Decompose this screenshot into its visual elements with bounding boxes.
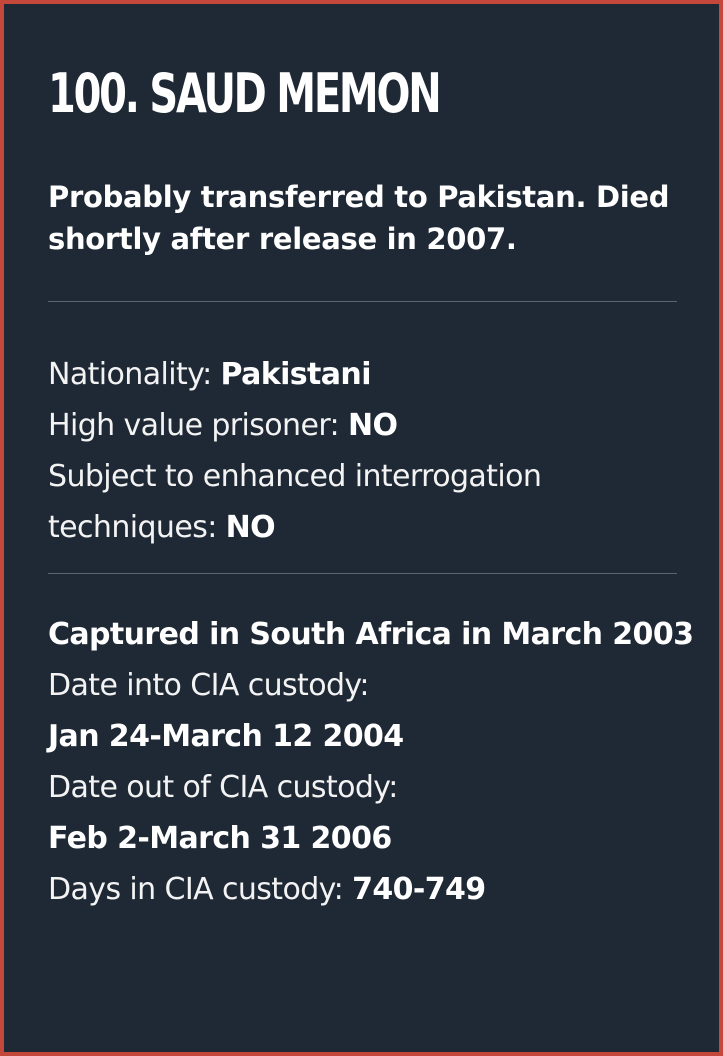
- days-in-custody-label: Days in CIA custody:: [48, 872, 344, 907]
- custody-section: Captured in South Africa in March 2003 D…: [48, 609, 698, 915]
- nationality-row: Nationality: Pakistani: [48, 349, 698, 400]
- enhanced-interrogation-row-2: techniques: NO: [48, 502, 698, 553]
- captured-text: Captured in South Africa in March 2003: [48, 617, 694, 652]
- prisoner-card: 100. SAUD MEMON Probably transferred to …: [0, 0, 723, 1056]
- nationality-label: Nationality:: [48, 357, 212, 392]
- days-in-custody-value: 740-749: [352, 872, 486, 907]
- divider-bottom: [48, 573, 677, 574]
- high-value-value: NO: [348, 408, 398, 443]
- high-value-label: High value prisoner:: [48, 408, 340, 443]
- date-out-of-custody-value: Feb 2-March 31 2006: [48, 821, 392, 856]
- enhanced-interrogation-label: Subject to enhanced interrogation: [48, 459, 542, 494]
- days-in-custody-row: Days in CIA custody: 740-749: [48, 864, 698, 915]
- date-into-custody-label: Date into CIA custody:: [48, 668, 369, 703]
- nationality-value: Pakistani: [220, 357, 372, 392]
- high-value-row: High value prisoner: NO: [48, 400, 698, 451]
- enhanced-interrogation-label-cont: techniques:: [48, 510, 217, 545]
- summary-text: Probably transferred to Pakistan. Died s…: [48, 180, 670, 256]
- enhanced-interrogation-value: NO: [225, 510, 276, 545]
- divider-top: [48, 301, 677, 302]
- date-out-of-custody-label: Date out of CIA custody:: [48, 770, 398, 805]
- date-into-custody-value: Jan 24-March 12 2004: [48, 719, 404, 754]
- facts-section: Nationality: Pakistani High value prison…: [48, 349, 698, 553]
- enhanced-interrogation-row-1: Subject to enhanced interrogation: [48, 451, 698, 502]
- page-title: 100. SAUD MEMON: [48, 62, 442, 125]
